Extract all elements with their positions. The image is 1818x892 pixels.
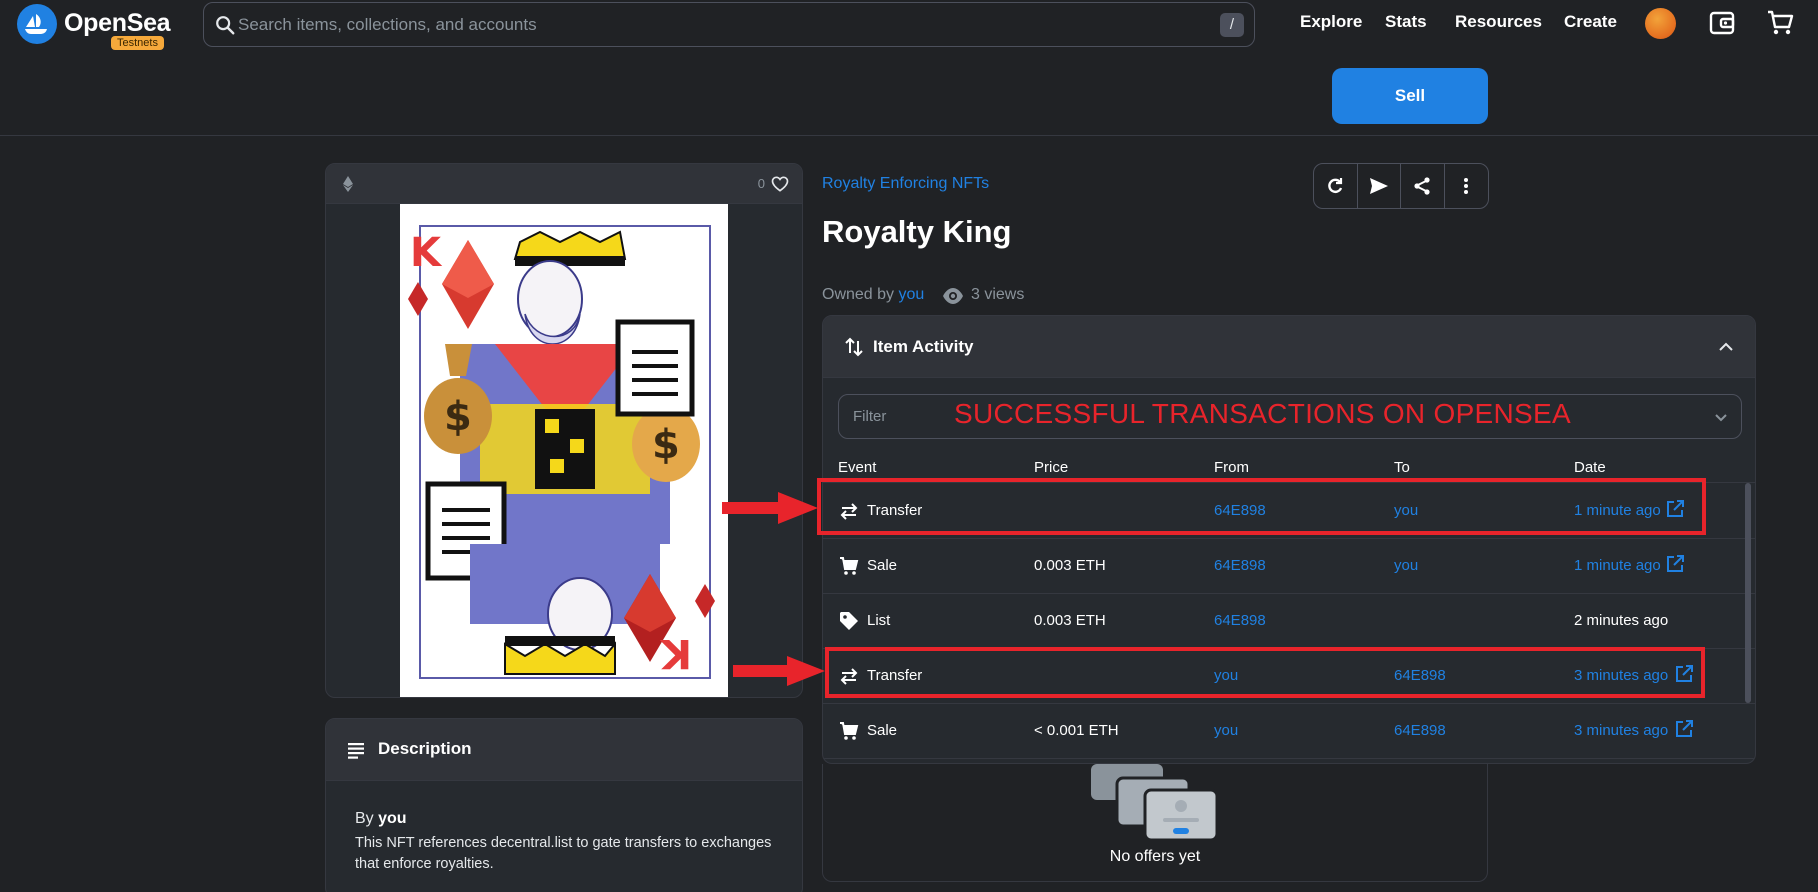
send-icon: [1369, 178, 1388, 194]
col-to: To: [1394, 459, 1410, 476]
search-icon: [216, 16, 235, 35]
col-date: Date: [1574, 459, 1606, 476]
col-from: From: [1214, 459, 1249, 476]
event-to[interactable]: 64E898: [1394, 722, 1446, 739]
annotation-caption: SUCCESSFUL TRANSACTIONS ON OPENSEA: [954, 398, 1571, 429]
creator-line: By you: [355, 810, 407, 828]
nft-image-card: 0 K $ $ K: [325, 163, 803, 698]
table-row: List 0.003 ETH 64E898 2 minutes ago: [823, 594, 1755, 649]
favorite-count: 0: [757, 176, 765, 191]
event-date[interactable]: 3 minutes ago: [1574, 722, 1668, 739]
description-card: Description By you This NFT references d…: [325, 718, 803, 892]
header-divider: [0, 135, 1818, 136]
brand-name[interactable]: OpenSea: [64, 9, 171, 38]
by-label: By: [355, 810, 374, 827]
view-count: 3 views: [971, 286, 1025, 303]
col-price: Price: [1034, 459, 1069, 476]
ethereum-icon: [343, 176, 353, 192]
item-toolbar: [1313, 163, 1489, 209]
description-header[interactable]: Description: [326, 719, 802, 781]
description-text: This NFT references decentral.list to ga…: [355, 835, 772, 872]
event-name: Sale: [867, 557, 898, 574]
owned-by: Owned by you: [822, 286, 924, 304]
share-button[interactable]: [1401, 164, 1445, 208]
description-title: Description: [378, 739, 472, 758]
item-activity-title: Item Activity: [873, 337, 974, 356]
event-price: 0.003 ETH: [1034, 557, 1106, 574]
opensea-logo-icon[interactable]: [17, 4, 57, 44]
swap-vertical-icon: [845, 337, 863, 357]
creator-name[interactable]: you: [378, 810, 406, 827]
external-link-icon[interactable]: [1674, 719, 1694, 739]
item-activity-header[interactable]: Item Activity: [823, 316, 1755, 378]
refresh-button[interactable]: [1314, 164, 1358, 208]
tag-icon: [840, 612, 858, 630]
event-from[interactable]: 64E898: [1214, 612, 1266, 629]
event-date: 2 minutes ago: [1574, 612, 1669, 629]
refresh-icon: [1328, 178, 1343, 194]
testnets-badge: Testnets: [111, 36, 164, 50]
search-bar[interactable]: /: [203, 2, 1255, 47]
share-icon: [1414, 177, 1430, 195]
search-shortcut-key: /: [1220, 13, 1244, 37]
svg-text:K: K: [659, 630, 692, 676]
no-offers-text: No offers yet: [1109, 848, 1201, 865]
event-from[interactable]: 64E898: [1214, 557, 1266, 574]
search-input[interactable]: [238, 3, 1198, 46]
profile-avatar[interactable]: [1645, 8, 1676, 39]
annotation-arrow-1: [722, 492, 818, 524]
table-row: Sale < 0.001 ETH you 64E898 3 minutes ag…: [823, 704, 1755, 759]
offers-card: No offers yet: [822, 764, 1488, 882]
empty-offers-illustration-icon: [1091, 764, 1219, 842]
king-card-artwork: K $ $ K: [400, 204, 728, 697]
svg-text:$: $: [444, 394, 472, 440]
item-title: Royalty King: [822, 214, 1012, 249]
event-from[interactable]: you: [1214, 722, 1238, 739]
event-to[interactable]: you: [1394, 557, 1418, 574]
transfer-button[interactable]: [1358, 164, 1401, 208]
cart-icon: [840, 557, 859, 575]
nav-create[interactable]: Create: [1564, 12, 1617, 32]
annotation-arrow-2: [733, 656, 825, 686]
cart-icon: [840, 722, 859, 740]
heart-icon[interactable]: [770, 174, 790, 194]
owner-link[interactable]: you: [899, 286, 925, 303]
external-link-icon[interactable]: [1665, 554, 1685, 574]
nav-explore[interactable]: Explore: [1300, 12, 1362, 32]
event-name: List: [867, 612, 891, 629]
description-lines-icon: [348, 743, 364, 759]
more-options-button[interactable]: [1445, 164, 1488, 208]
nav-stats[interactable]: Stats: [1385, 12, 1427, 32]
image-card-header: 0: [326, 164, 802, 204]
event-date[interactable]: 1 minute ago: [1574, 557, 1661, 574]
highlight-box-transfer-recent: [817, 478, 1706, 535]
svg-text:K: K: [410, 230, 443, 276]
chevron-down-icon: [1715, 414, 1727, 422]
event-price: 0.003 ETH: [1034, 612, 1106, 629]
sell-button[interactable]: Sell: [1332, 68, 1488, 124]
chevron-up-icon[interactable]: [1717, 338, 1735, 356]
nav-resources[interactable]: Resources: [1455, 12, 1542, 32]
col-event: Event: [838, 459, 877, 476]
svg-text:$: $: [652, 422, 680, 468]
wallet-icon[interactable]: [1707, 8, 1737, 38]
nft-image[interactable]: K $ $ K: [400, 204, 728, 697]
activity-scrollbar[interactable]: [1745, 483, 1751, 703]
eye-icon: [943, 288, 963, 304]
event-price: < 0.001 ETH: [1034, 722, 1119, 739]
filter-placeholder: Filter: [853, 408, 887, 425]
collection-link[interactable]: Royalty Enforcing NFTs: [822, 175, 989, 193]
highlight-box-transfer-earlier: [825, 647, 1705, 698]
event-name: Sale: [867, 722, 898, 739]
owned-by-label: Owned by: [822, 286, 895, 303]
more-vertical-icon: [1464, 178, 1469, 194]
top-nav: OpenSea Testnets / Explore Stats Resourc…: [0, 0, 1818, 60]
table-row: Sale 0.003 ETH 64E898 you 1 minute ago: [823, 539, 1755, 594]
cart-icon[interactable]: [1765, 8, 1795, 38]
